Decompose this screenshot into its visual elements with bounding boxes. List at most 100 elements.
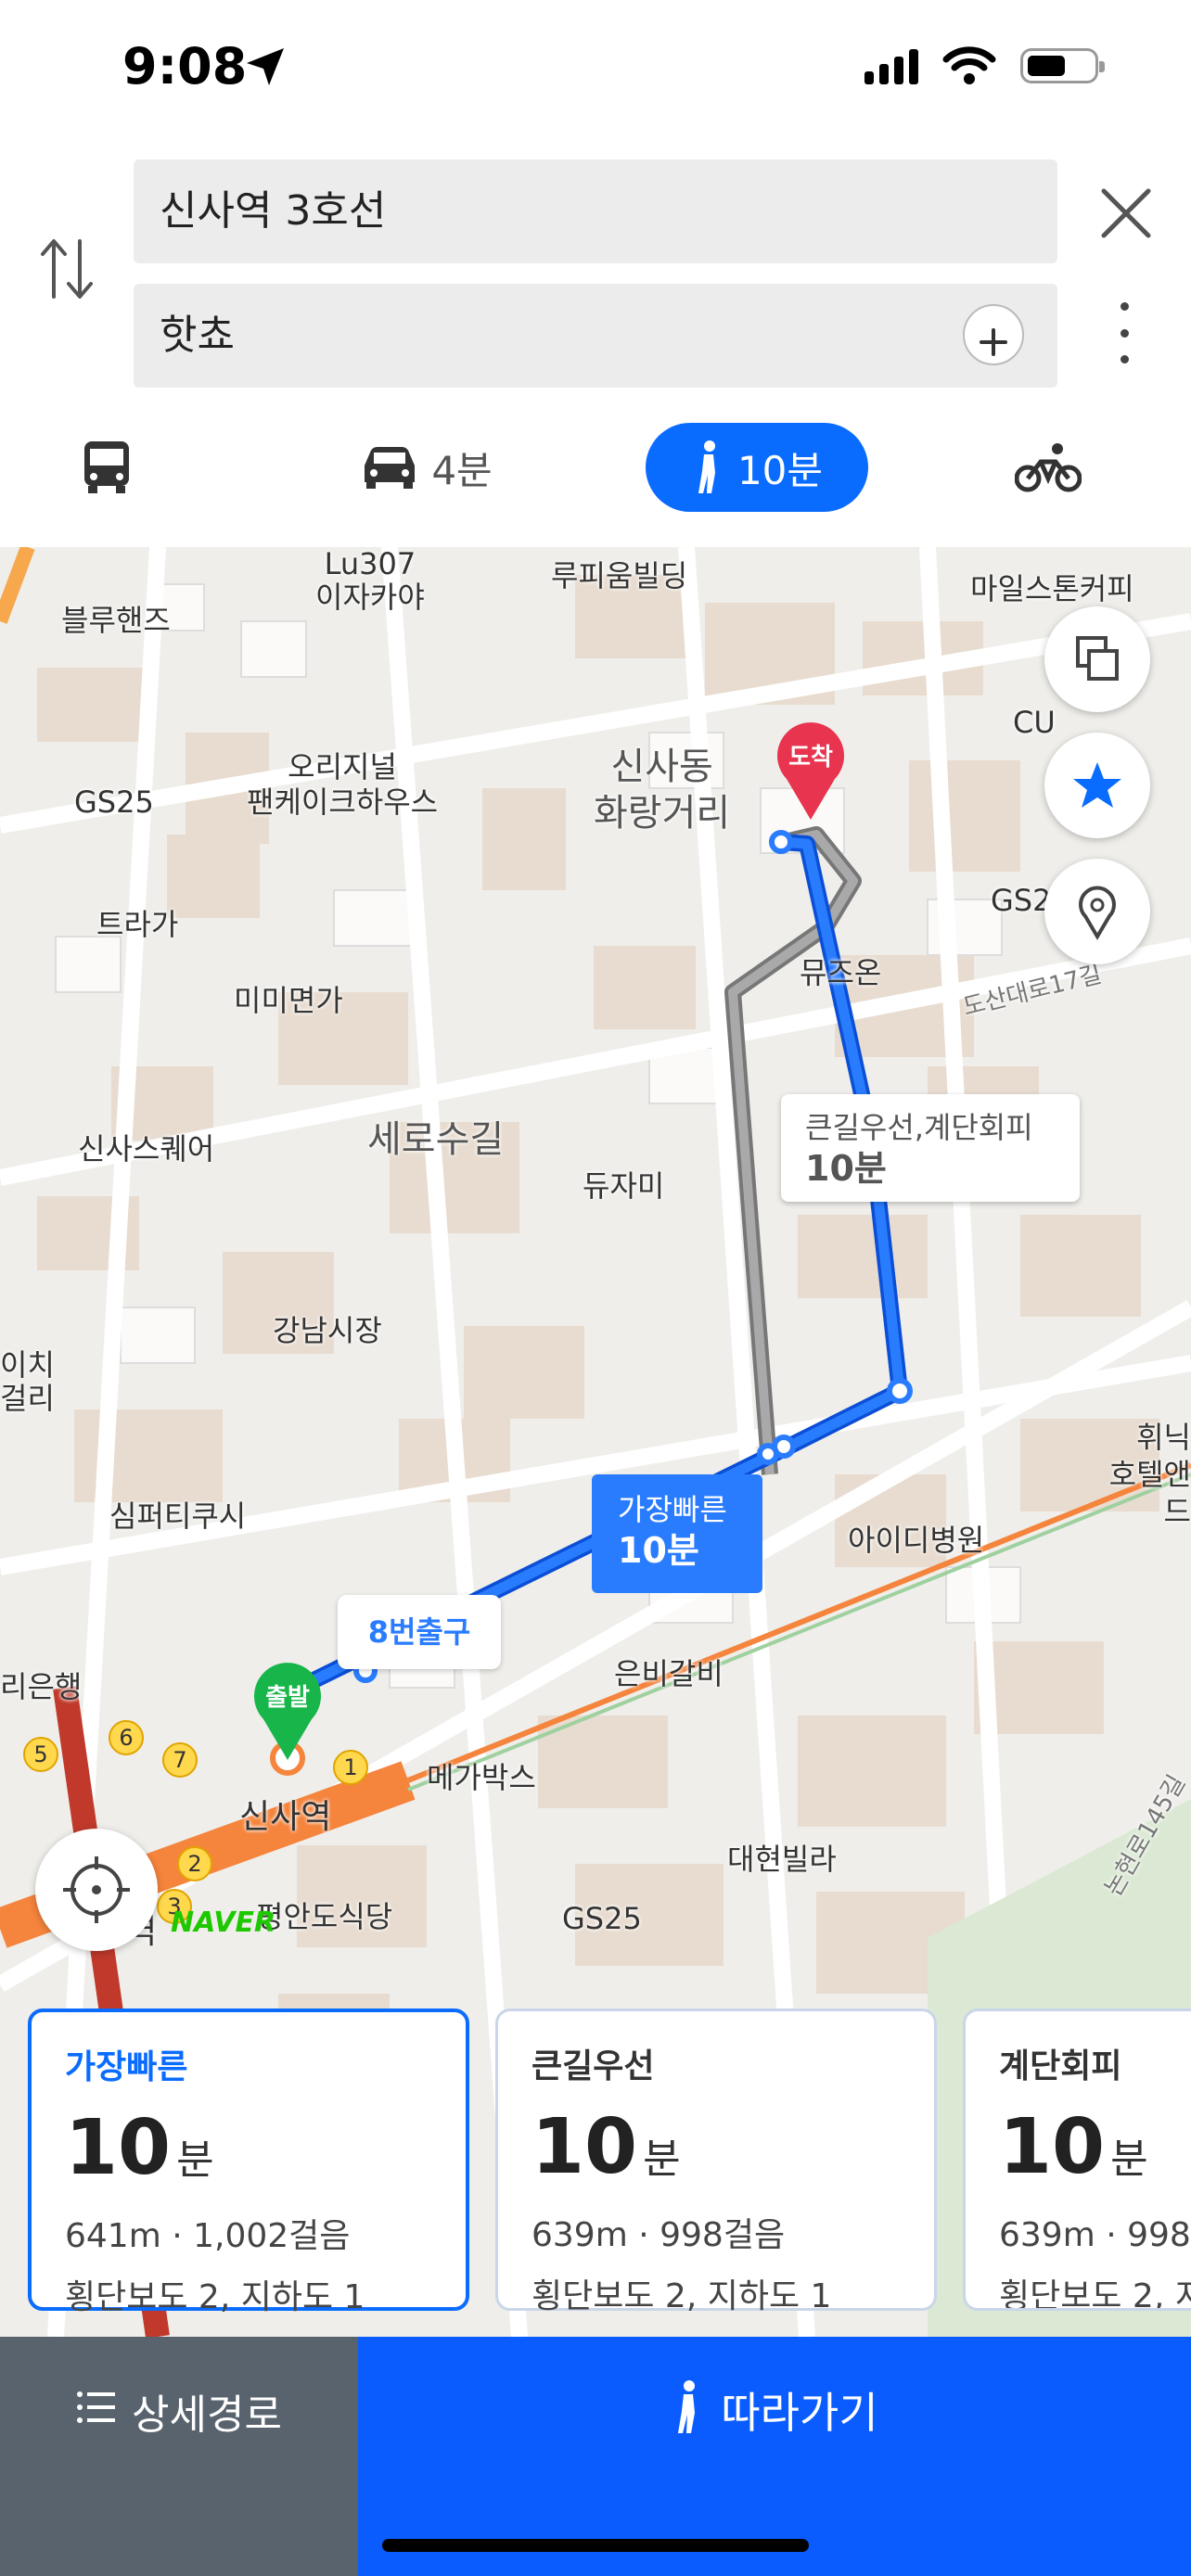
route-callout-time: 10분 bbox=[805, 1148, 887, 1189]
route-detail-label: 상세경로 bbox=[132, 2391, 282, 2439]
poi-mimi[interactable]: 미미면가 bbox=[234, 977, 343, 1020]
route-card-stair-avoid[interactable]: 계단회피 10분 639m · 998걸음 횡단보도 2, 지하도 1 bbox=[963, 2009, 1191, 2311]
walk-icon bbox=[698, 440, 715, 493]
crosshair-icon bbox=[63, 1856, 130, 1923]
exit-label[interactable]: 8번출구 bbox=[338, 1595, 501, 1669]
svg-text:1: 1 bbox=[343, 1754, 357, 1780]
route-card-crossings: 횡단보도 2, 지하도 1 bbox=[65, 2278, 365, 2316]
departure-pin[interactable]: 출발 bbox=[250, 1660, 325, 1762]
mode-bus[interactable] bbox=[74, 423, 139, 512]
poi-idi-hospital[interactable]: 아이디병원 bbox=[848, 1517, 984, 1560]
departure-pin-label: 출발 bbox=[265, 1684, 310, 1712]
transport-mode-bar: 4분 10분 bbox=[0, 408, 1191, 549]
svg-text:7: 7 bbox=[173, 1747, 186, 1773]
favorite-button[interactable] bbox=[1044, 733, 1150, 838]
poi-ichi-label: 이치 걸리 bbox=[0, 1347, 55, 1416]
poi-megabox[interactable]: 메가박스 bbox=[427, 1754, 536, 1797]
route-card-title: 가장빠른 bbox=[65, 2048, 188, 2086]
poi-trak[interactable]: 트라가 bbox=[96, 901, 178, 944]
poi-gs25-c[interactable]: GS25 bbox=[562, 1901, 642, 1936]
poi-square[interactable]: 신사스퀘어 bbox=[78, 1126, 214, 1168]
poi-sinsa-station[interactable]: 신사역 bbox=[239, 1790, 331, 1838]
poi-serosu: 세로수길 bbox=[367, 1118, 505, 1161]
poi-daehyun[interactable]: 대현빌라 bbox=[727, 1836, 837, 1879]
svg-text:2: 2 bbox=[187, 1851, 201, 1877]
route-card-unit: 분 bbox=[176, 2136, 214, 2184]
route-card-distance: 641m · 1,002걸음 bbox=[65, 2217, 351, 2255]
poi-bluehands[interactable]: 블루핸즈 bbox=[61, 597, 171, 640]
poi-lupium[interactable]: 루피움빌딩 bbox=[551, 553, 687, 595]
location-pin-button[interactable] bbox=[1044, 859, 1150, 964]
destination-value: 핫쵸 bbox=[160, 312, 235, 359]
route-card-title: 계단회피 bbox=[999, 2047, 1122, 2085]
current-location-button[interactable] bbox=[35, 1829, 158, 1951]
mode-walk-time: 10분 bbox=[736, 447, 824, 493]
poi-hotel-label: 휘닉 호텔앤드 bbox=[1108, 1420, 1191, 1529]
battery-icon bbox=[1020, 48, 1105, 83]
route-card-title: 큰길우선 bbox=[531, 2047, 655, 2085]
route-card-fastest[interactable]: 가장빠른 10 분 641m · 1,002걸음 횡단보도 2, 지하도 1 bbox=[28, 2009, 469, 2316]
poi-lu307-label: Lu307 이자카야 bbox=[315, 547, 425, 615]
follow-route-label: 따라가기 bbox=[721, 2388, 878, 2438]
route-callout-main-road[interactable]: 큰길우선,계단회피 10분 bbox=[781, 1094, 1080, 1202]
swap-icon[interactable] bbox=[37, 232, 96, 306]
poi-original-label: 오리지널 팬케이크하우스 bbox=[247, 749, 439, 820]
list-icon bbox=[77, 2391, 116, 2423]
home-indicator bbox=[382, 2539, 809, 2552]
route-card-main-road[interactable]: 큰길우선 10 분 639m · 998걸음 횡단보도 2, 지하도 1 bbox=[495, 2009, 937, 2315]
route-card-distance: 639m · 998걸음 bbox=[531, 2216, 786, 2254]
route-card-unit: 분 bbox=[1110, 2136, 1148, 2183]
poi-ichi[interactable]: 이치 걸리 bbox=[0, 1348, 55, 1415]
close-icon[interactable] bbox=[1096, 184, 1156, 243]
route-card-crossings: 횡단보도 2, 지하도 1 bbox=[999, 2277, 1191, 2311]
wifi-icon bbox=[942, 46, 996, 84]
svg-text:5: 5 bbox=[33, 1741, 47, 1767]
route-search-panel: 신사역 3호선 핫쵸 bbox=[0, 139, 1191, 408]
mode-car-time: 4분 bbox=[431, 447, 493, 493]
poi-museum[interactable]: 뮤즈온 bbox=[800, 950, 881, 992]
poi-gs25-a[interactable]: GS25 bbox=[74, 784, 154, 820]
mode-bike[interactable] bbox=[1011, 423, 1085, 512]
location-arrow-icon bbox=[247, 48, 284, 85]
route-card-crossings: 횡단보도 2, 지하도 1 bbox=[531, 2277, 832, 2315]
route-card-mins: 10 bbox=[531, 2103, 638, 2191]
destination-field[interactable]: 핫쵸 bbox=[134, 284, 1057, 388]
more-options-icon[interactable] bbox=[1113, 302, 1135, 363]
status-bar: 9:08 bbox=[0, 0, 1191, 139]
poi-original[interactable]: 오리지널 팬케이크하우스 bbox=[247, 749, 438, 820]
poi-eunbi[interactable]: 은비갈비 bbox=[614, 1651, 724, 1693]
poi-hotel[interactable]: 휘닉 호텔앤드 bbox=[1085, 1419, 1191, 1530]
poi-simpa[interactable]: 심퍼티쿠시 bbox=[109, 1493, 246, 1536]
poi-mile[interactable]: 마일스톤커피 bbox=[970, 566, 1134, 608]
fastest-callout-label: 가장빠른 bbox=[618, 1492, 727, 1527]
location-pin-icon bbox=[1079, 886, 1116, 940]
poi-lu307[interactable]: Lu307 이자카야 bbox=[315, 547, 425, 614]
status-time: 9:08 bbox=[122, 37, 248, 96]
route-callout-fastest[interactable]: 가장빠른 10분 bbox=[592, 1474, 762, 1593]
car-icon bbox=[365, 447, 416, 489]
poi-bank[interactable]: 리은행 bbox=[0, 1664, 82, 1706]
star-icon bbox=[1073, 762, 1121, 808]
mode-walk[interactable]: 10분 bbox=[646, 423, 868, 512]
svg-text:6: 6 bbox=[119, 1725, 133, 1751]
poi-pyeongan[interactable]: 평안도식당 bbox=[256, 1894, 392, 1936]
add-waypoint-button[interactable] bbox=[963, 304, 1024, 365]
poi-gs25-b[interactable]: GS2 bbox=[991, 883, 1051, 918]
plus-icon bbox=[980, 328, 1007, 356]
route-detail-button[interactable]: 상세경로 bbox=[0, 2337, 358, 2576]
walk-icon bbox=[678, 2380, 696, 2433]
signal-icon bbox=[864, 47, 918, 84]
poi-sinsa-street-label: 신사동 화랑거리 bbox=[594, 746, 731, 835]
naver-logo: NAVER bbox=[171, 1906, 276, 1939]
arrival-pin[interactable]: 도착 bbox=[774, 720, 848, 822]
layers-button[interactable] bbox=[1044, 606, 1150, 712]
route-card-mins: 10 bbox=[999, 2103, 1106, 2191]
bus-icon bbox=[84, 441, 129, 493]
poi-dujami[interactable]: 듀자미 bbox=[583, 1163, 664, 1205]
bike-icon bbox=[1015, 443, 1082, 492]
layers-icon bbox=[1076, 636, 1119, 681]
mode-car[interactable]: 4분 bbox=[352, 423, 501, 512]
origin-field[interactable]: 신사역 3호선 bbox=[134, 159, 1057, 263]
poi-sinsa-street: 신사동 화랑거리 bbox=[594, 744, 730, 836]
poi-gangnam-market[interactable]: 강남시장 bbox=[273, 1307, 382, 1350]
